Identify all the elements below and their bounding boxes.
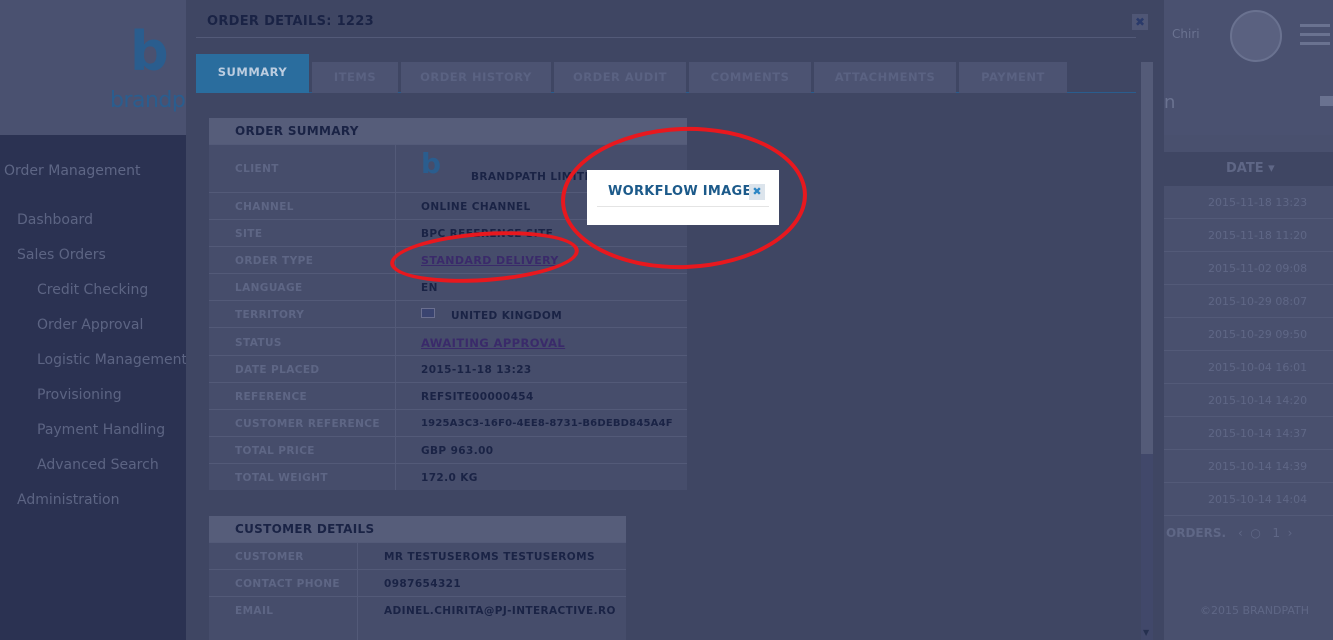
scroll-down-arrow-icon[interactable]: ▼: [1143, 628, 1149, 637]
summary-row-customer-reference: CUSTOMER REFERENCE 1925A3C3-16F0-4EE8-87…: [209, 409, 687, 436]
page-heading: n: [1164, 92, 1176, 113]
customer-details-panel: CUSTOMER DETAILS CUSTOMER MR TESTUSEROMS…: [209, 516, 626, 640]
modal-close-icon[interactable]: ✖: [1132, 14, 1148, 30]
sidebar: Order Management Dashboard Sales Orders …: [0, 135, 187, 640]
sidebar-item-advanced-search[interactable]: Advanced Search: [37, 457, 159, 473]
table-row[interactable]: 2015-10-14 14:04: [1164, 483, 1333, 516]
table-row[interactable]: 2015-11-18 13:23: [1164, 186, 1333, 219]
row-value: 0987654321: [384, 578, 462, 590]
row-label: TOTAL PRICE: [235, 445, 315, 457]
row-value: 1925A3C3-16F0-4EE8-8731-B6DEBD845A4F: [421, 418, 673, 429]
table-row[interactable]: 2015-10-14 14:37: [1164, 417, 1333, 450]
table-row[interactable]: 2015-10-29 08:07: [1164, 285, 1333, 318]
tab-order-history[interactable]: ORDER HISTORY: [401, 62, 551, 93]
table-row[interactable]: 2015-10-14 14:20: [1164, 384, 1333, 417]
table-row[interactable]: 2015-11-02 09:08: [1164, 252, 1333, 285]
row-label: CUSTOMER REFERENCE: [235, 418, 380, 430]
row-label: DATE PLACED: [235, 364, 320, 376]
sidebar-item-provisioning[interactable]: Provisioning: [37, 387, 122, 403]
customer-row-customer: CUSTOMER MR TESTUSEROMS TESTUSEROMS: [209, 542, 626, 569]
row-value: 172.0 KG: [421, 472, 478, 484]
customer-row-contact-phone: CONTACT PHONE 0987654321: [209, 569, 626, 596]
client-logo-icon: b: [421, 147, 442, 180]
sidebar-item-order-approval[interactable]: Order Approval: [37, 317, 143, 333]
date-column-header[interactable]: DATE ▾: [1226, 161, 1275, 176]
row-value: MR TESTUSEROMS TESTUSEROMS: [384, 551, 595, 563]
summary-row-total-weight: TOTAL WEIGHT 172.0 KG: [209, 463, 687, 490]
row-label: CHANNEL: [235, 201, 294, 213]
table-row[interactable]: 2015-11-18 11:20: [1164, 219, 1333, 252]
user-name[interactable]: Chiri: [1172, 27, 1200, 41]
status-link[interactable]: AWAITING APPROVAL: [421, 336, 565, 350]
territory-value: UNITED KINGDOM: [421, 308, 563, 322]
row-label: LANGUAGE: [235, 282, 303, 294]
row-label: SITE: [235, 228, 263, 240]
tab-items[interactable]: ITEMS: [312, 62, 398, 93]
sidebar-title[interactable]: Order Management: [4, 163, 140, 179]
footer-copyright: ©2015 BRANDPATH: [1200, 604, 1310, 617]
summary-row-date-placed: DATE PLACED 2015-11-18 13:23: [209, 355, 687, 382]
row-value: ADINEL.CHIRITA@PJ-INTERACTIVE.RO: [384, 605, 616, 617]
uk-flag-icon: [421, 308, 435, 318]
sidebar-item-administration[interactable]: Administration: [17, 492, 119, 508]
scrollbar-thumb[interactable]: [1141, 62, 1153, 454]
avatar[interactable]: [1230, 10, 1282, 62]
row-label: EMAIL: [235, 605, 274, 617]
summary-row-total-price: TOTAL PRICE GBP 963.00: [209, 436, 687, 463]
row-value: GBP 963.00: [421, 445, 494, 457]
row-label: TERRITORY: [235, 309, 305, 321]
table-row[interactable]: 2015-10-04 16:01: [1164, 351, 1333, 384]
table-row[interactable]: 2015-10-14 14:39: [1164, 450, 1333, 483]
tab-summary[interactable]: SUMMARY: [196, 54, 309, 93]
row-value: ONLINE CHANNEL: [421, 201, 531, 213]
brand-logo-icon: b: [130, 20, 169, 83]
row-value: UNITED KINGDOM: [451, 310, 563, 322]
row-label: TOTAL WEIGHT: [235, 472, 328, 484]
row-value: 2015-11-18 13:23: [421, 364, 532, 376]
order-details-modal: ORDER DETAILS: 1223 ✖ SUMMARY ITEMS ORDE…: [186, 0, 1164, 640]
pagination[interactable]: ‹ ○ 1 ›: [1238, 526, 1292, 540]
modal-title: ORDER DETAILS: 1223: [207, 14, 374, 29]
tab-payment[interactable]: PAYMENT: [959, 62, 1067, 93]
row-value: REFSITE00000454: [421, 391, 534, 403]
sidebar-item-logistic-management[interactable]: Logistic Management: [37, 352, 187, 368]
customer-row-email: EMAIL ADINEL.CHIRITA@PJ-INTERACTIVE.RO: [209, 596, 626, 623]
language-flag-icon[interactable]: [1320, 96, 1333, 106]
pagination-page[interactable]: 1: [1272, 526, 1280, 540]
row-label: STATUS: [235, 337, 282, 349]
customer-details-heading: CUSTOMER DETAILS: [209, 516, 626, 542]
row-label: ORDER TYPE: [235, 255, 314, 267]
hamburger-menu-icon[interactable]: [1300, 24, 1330, 46]
tab-bar: SUMMARY ITEMS ORDER HISTORY ORDER AUDIT …: [196, 54, 1136, 93]
row-label: CONTACT PHONE: [235, 578, 340, 590]
summary-row-territory: TERRITORY UNITED KINGDOM: [209, 300, 687, 327]
row-label: CLIENT: [235, 163, 279, 175]
row-label: REFERENCE: [235, 391, 308, 403]
summary-row-status: STATUS AWAITING APPROVAL: [209, 327, 687, 355]
summary-row-reference: REFERENCE REFSITE00000454: [209, 382, 687, 409]
tab-attachments[interactable]: ATTACHMENTS: [814, 62, 956, 93]
sidebar-item-payment-handling[interactable]: Payment Handling: [37, 422, 165, 438]
tab-comments[interactable]: COMMENTS: [689, 62, 811, 93]
orders-count-label: ORDERS.: [1166, 526, 1227, 540]
sidebar-item-dashboard[interactable]: Dashboard: [17, 212, 93, 228]
row-label: CUSTOMER: [235, 551, 304, 563]
table-row[interactable]: 2015-10-29 09:50: [1164, 318, 1333, 351]
sidebar-item-sales-orders[interactable]: Sales Orders: [17, 247, 106, 263]
row-value: EN: [421, 282, 438, 294]
scrollbar[interactable]: [1141, 62, 1153, 640]
tab-order-audit[interactable]: ORDER AUDIT: [554, 62, 686, 93]
sidebar-item-credit-checking[interactable]: Credit Checking: [37, 282, 148, 298]
divider: [196, 37, 1136, 38]
